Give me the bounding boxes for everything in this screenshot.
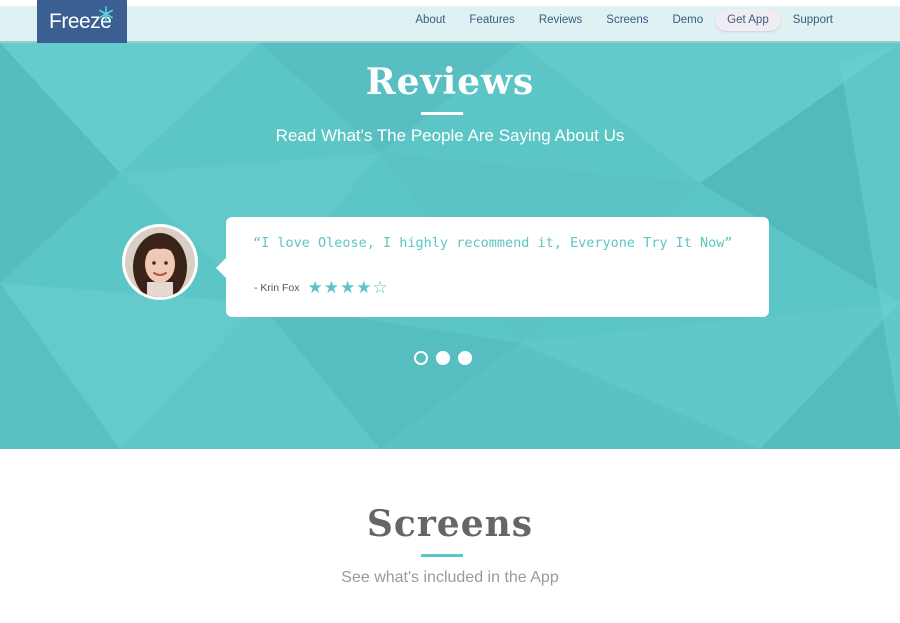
reviews-title: Reviews: [365, 61, 535, 103]
star-filled-icon: ★: [356, 278, 372, 297]
snowflake-icon: [98, 6, 114, 22]
star-outline-icon: ☆: [372, 278, 388, 297]
nav-reviews[interactable]: Reviews: [527, 9, 594, 31]
reviewer-avatar: [122, 224, 198, 300]
carousel-dot[interactable]: [458, 351, 472, 365]
top-strip: [0, 0, 900, 6]
reviewer-row: - Krin Fox ★ ★ ★ ★ ☆: [254, 279, 388, 296]
reviewer-photo: [125, 227, 195, 297]
nav-screens[interactable]: Screens: [594, 9, 660, 31]
nav-features[interactable]: Features: [457, 9, 526, 31]
screens-divider: [421, 554, 463, 557]
nav-support[interactable]: Support: [781, 9, 845, 31]
star-filled-icon: ★: [323, 278, 340, 297]
star-filled-icon: ★: [307, 278, 323, 297]
reviews-subtitle: Read What's The People Are Saying About …: [275, 126, 625, 145]
carousel-dots: [414, 351, 472, 365]
testimonial-card: “I love Oleose, I highly recommend it, E…: [216, 217, 769, 317]
screens-title: Screens: [366, 503, 534, 545]
star-filled-icon: ★: [340, 278, 356, 297]
reviews-section: Reviews Read What's The People Are Sayin…: [0, 43, 900, 449]
screens-subtitle: See what's included in the App: [341, 569, 559, 586]
logo[interactable]: Freeze: [37, 0, 127, 43]
main-nav: About Features Reviews Screens Demo Get …: [403, 9, 845, 31]
title-divider: [421, 112, 463, 115]
carousel-dot[interactable]: [414, 351, 428, 365]
rating-stars: ★ ★ ★ ★ ☆: [308, 279, 388, 296]
nav-demo[interactable]: Demo: [660, 9, 715, 31]
nav-about[interactable]: About: [403, 9, 457, 31]
card-pointer: [216, 258, 226, 278]
reviewer-name: - Krin Fox: [254, 281, 300, 294]
nav-get-app[interactable]: Get App: [715, 9, 781, 31]
carousel-dot[interactable]: [436, 351, 450, 365]
testimonial-quote: “I love Oleose, I highly recommend it, E…: [253, 235, 733, 251]
